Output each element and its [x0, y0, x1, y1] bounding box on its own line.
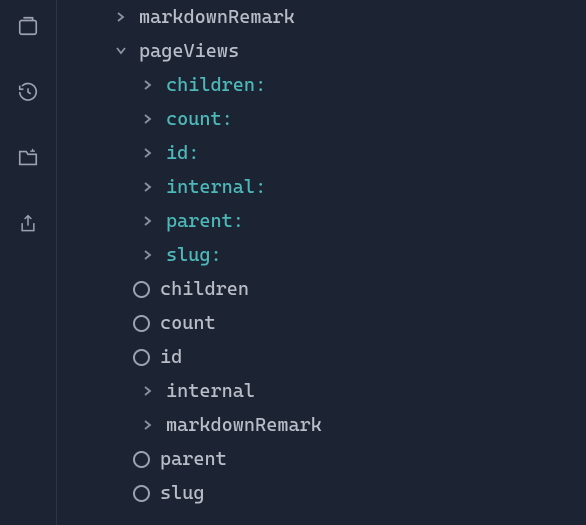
- tree-field-children[interactable]: children:: [57, 68, 586, 102]
- radio-icon: [133, 281, 150, 298]
- radio-icon: [133, 349, 150, 366]
- chevron-right-icon: [140, 148, 156, 158]
- radio-icon: [133, 315, 150, 332]
- field-label: children:: [166, 74, 266, 96]
- tree-field-count[interactable]: count:: [57, 102, 586, 136]
- field-label: slug: [160, 482, 205, 504]
- main-panel: markdownRemark pageViews children: count…: [56, 0, 586, 525]
- field-label: slug:: [166, 244, 222, 266]
- tree-field-id[interactable]: id:: [57, 136, 586, 170]
- field-label: markdownRemark: [166, 414, 322, 436]
- chevron-right-icon: [140, 80, 156, 90]
- chevron-right-icon: [140, 114, 156, 124]
- field-label: count:: [166, 108, 233, 130]
- field-label: parent: [160, 448, 227, 470]
- tree-option-parent[interactable]: parent: [57, 442, 586, 476]
- folder-icon[interactable]: [16, 146, 40, 170]
- chevron-right-icon: [140, 386, 156, 396]
- tree-item-label: pageViews: [139, 40, 239, 62]
- field-label: parent:: [166, 210, 244, 232]
- tree-item-pageViews[interactable]: pageViews: [57, 34, 586, 68]
- chevron-right-icon: [140, 420, 156, 430]
- field-label: id: [160, 346, 182, 368]
- field-label: children: [160, 278, 249, 300]
- field-label: id:: [166, 142, 199, 164]
- field-label: internal: [166, 380, 255, 402]
- tree-field-markdownRemark[interactable]: markdownRemark: [57, 408, 586, 442]
- tree-field-slug[interactable]: slug:: [57, 238, 586, 272]
- radio-icon: [133, 451, 150, 468]
- sidebar: [0, 0, 56, 525]
- tabs-icon[interactable]: [16, 14, 40, 38]
- tree-option-slug[interactable]: slug: [57, 476, 586, 510]
- tree-item-label: markdownRemark: [139, 6, 295, 28]
- share-icon[interactable]: [16, 212, 40, 236]
- chevron-right-icon: [113, 12, 129, 22]
- chevron-right-icon: [140, 216, 156, 226]
- tree-option-id[interactable]: id: [57, 340, 586, 374]
- history-icon[interactable]: [16, 80, 40, 104]
- field-label: internal:: [166, 176, 266, 198]
- tree-option-count[interactable]: count: [57, 306, 586, 340]
- tree-field-internal[interactable]: internal:: [57, 170, 586, 204]
- field-label: count: [160, 312, 216, 334]
- tree-option-children[interactable]: children: [57, 272, 586, 306]
- tree-item-markdownRemark[interactable]: markdownRemark: [57, 0, 586, 34]
- chevron-right-icon: [140, 250, 156, 260]
- tree-field-internal-2[interactable]: internal: [57, 374, 586, 408]
- tree-view: markdownRemark pageViews children: count…: [57, 0, 586, 510]
- radio-icon: [133, 485, 150, 502]
- chevron-right-icon: [140, 182, 156, 192]
- chevron-down-icon: [113, 47, 129, 55]
- tree-field-parent[interactable]: parent:: [57, 204, 586, 238]
